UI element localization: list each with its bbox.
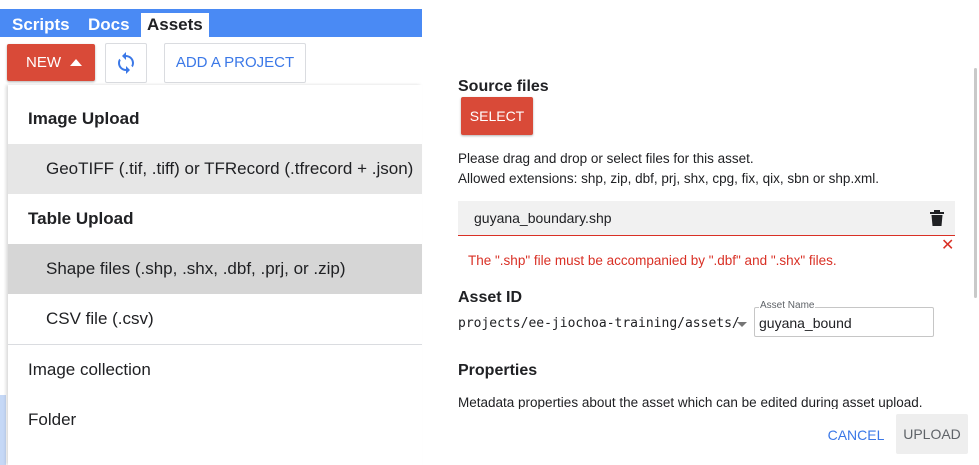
chevron-down-icon[interactable] — [737, 322, 747, 327]
asset-name-value[interactable]: guyana_bound — [759, 315, 852, 331]
properties-title: Properties — [458, 362, 538, 379]
refresh-button[interactable] — [105, 43, 147, 83]
new-button-label: NEW — [26, 54, 61, 71]
refresh-icon — [118, 52, 134, 74]
select-files-button[interactable]: SELECT — [461, 97, 533, 135]
tab-docs[interactable]: Docs — [82, 13, 136, 37]
properties-description: Metadata properties about the asset whic… — [458, 395, 923, 409]
assets-toolbar: NEW ADD A PROJECT — [0, 37, 422, 85]
new-button[interactable]: NEW — [7, 44, 95, 81]
selected-file-name: guyana_boundary.shp — [474, 210, 612, 226]
add-project-button[interactable]: ADD A PROJECT — [164, 43, 306, 83]
menu-item-geotiff[interactable]: GeoTIFF (.tif, .tiff) or TFRecord (.tfre… — [8, 144, 422, 194]
selected-file-row: guyana_boundary.shp — [458, 201, 955, 236]
dialog-scrollbar[interactable] — [974, 68, 977, 298]
close-icon[interactable]: ✕ — [941, 235, 954, 255]
asset-path-select[interactable]: projects/ee-jiochoa-training/assets/ — [458, 316, 740, 331]
file-error-message: The ".shp" file must be accompanied by "… — [468, 253, 837, 268]
upload-button[interactable]: UPLOAD — [896, 414, 968, 454]
asset-id-title: Asset ID — [458, 289, 523, 306]
menu-item-csv-file[interactable]: CSV file (.csv) — [8, 294, 422, 344]
source-files-title: Source files — [458, 78, 549, 95]
code-editor-tab-bar: Scripts Docs Assets — [0, 9, 422, 37]
trash-icon[interactable] — [930, 210, 944, 231]
drag-drop-help: Please drag and drop or select files for… — [458, 151, 754, 166]
tab-scripts[interactable]: Scripts — [6, 13, 76, 37]
image-upload-header: Image Upload — [28, 109, 140, 128]
new-asset-menu: Image Upload GeoTIFF (.tif, .tiff) or TF… — [8, 85, 422, 465]
cancel-button[interactable]: CANCEL — [826, 418, 886, 452]
caret-up-icon — [70, 59, 82, 66]
menu-item-folder[interactable]: Folder — [8, 395, 422, 445]
allowed-extensions-help: Allowed extensions: shp, zip, dbf, prj, … — [458, 171, 879, 186]
menu-item-image-collection[interactable]: Image collection — [8, 345, 422, 395]
menu-item-shape-files[interactable]: Shape files (.shp, .shx, .dbf, .prj, or … — [8, 244, 422, 294]
asset-name-label: Asset Name — [759, 300, 816, 311]
panel-edge — [0, 395, 6, 465]
table-upload-header: Table Upload — [28, 209, 134, 228]
tab-assets[interactable]: Assets — [141, 13, 209, 37]
